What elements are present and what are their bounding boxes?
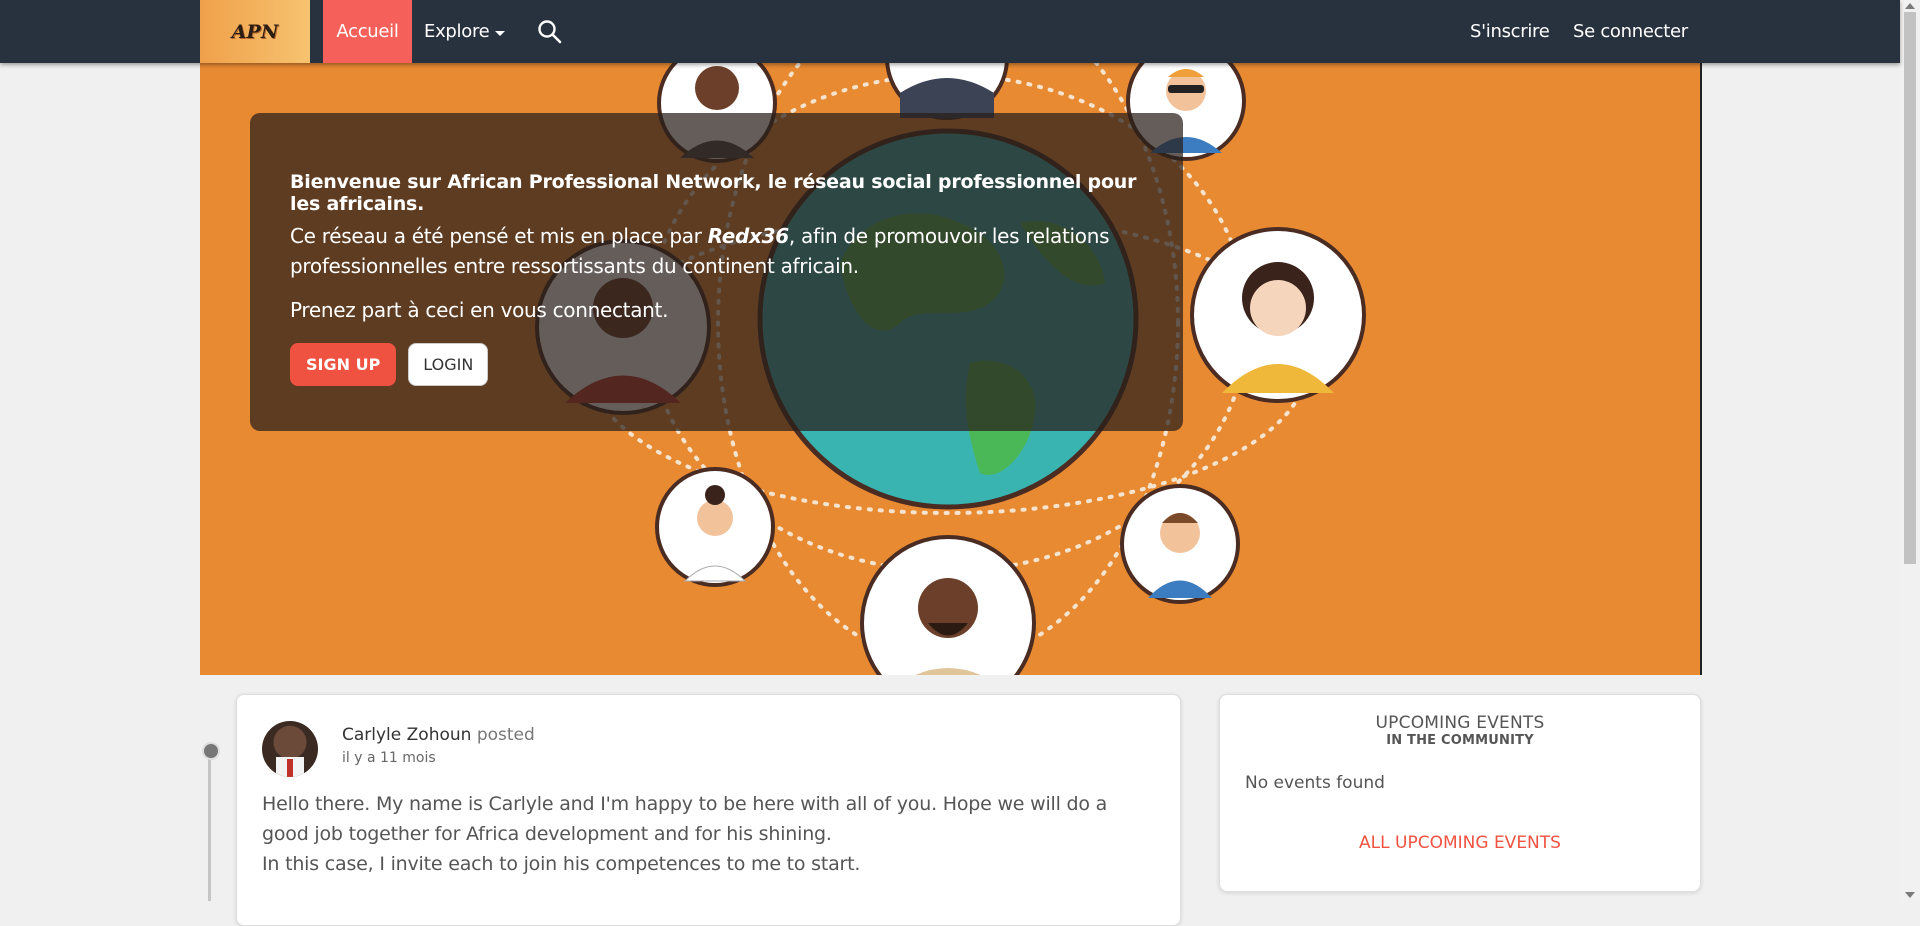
welcome-panel: Bienvenue sur African Professional Netwo…	[250, 113, 1183, 431]
events-empty-message: No events found	[1245, 773, 1385, 793]
nav-explore-label: Explore	[424, 21, 490, 42]
avatar[interactable]	[262, 721, 318, 777]
post-text-line-1: Hello there. My name is Carlyle and I'm …	[262, 793, 1108, 845]
hero-banner: Bienvenue sur African Professional Netwo…	[200, 63, 1702, 675]
welcome-headline: Bienvenue sur African Professional Netwo…	[290, 171, 1137, 215]
scrollbar-thumb[interactable]	[1904, 12, 1916, 564]
welcome-cta-text: Prenez part à ceci en vous connectant.	[290, 298, 669, 322]
events-subtitle: IN THE COMMUNITY	[1386, 733, 1534, 748]
search-icon[interactable]	[536, 18, 564, 46]
post-action: posted	[476, 725, 535, 745]
scroll-down-arrow-icon[interactable]	[1905, 892, 1915, 898]
nav-home[interactable]: Accueil	[323, 0, 412, 63]
timeline-line	[208, 748, 211, 901]
login-button[interactable]: LOGIN	[408, 343, 489, 386]
nav-login-link[interactable]: Se connecter	[1573, 0, 1688, 63]
events-title: UPCOMING EVENTS	[1375, 713, 1545, 733]
chevron-down-icon	[495, 30, 506, 36]
welcome-intro-before: Ce réseau a été pensé et mis en place pa…	[290, 224, 708, 248]
logo-text: APN	[231, 20, 279, 43]
scroll-up-arrow-icon[interactable]	[1905, 3, 1915, 9]
post-header: Carlyle Zohoun posted	[342, 725, 535, 745]
post-text-line-2: In this case, I invite each to join his …	[262, 853, 861, 875]
page-scrollbar[interactable]	[1900, 0, 1920, 901]
author-name: Redx36	[707, 224, 790, 248]
activity-post: Carlyle Zohoun posted il y a 11 mois Hel…	[236, 694, 1181, 926]
post-author-name[interactable]: Carlyle Zohoun	[342, 725, 471, 745]
post-timestamp[interactable]: il y a 11 mois	[342, 750, 436, 766]
upcoming-events-widget: UPCOMING EVENTS IN THE COMMUNITY No even…	[1219, 694, 1701, 892]
nav-explore[interactable]: Explore	[424, 0, 506, 63]
all-upcoming-events-link[interactable]: ALL UPCOMING EVENTS	[1220, 833, 1700, 853]
timeline-dot	[202, 742, 220, 760]
welcome-buttons: SIGN UP LOGIN	[290, 343, 1143, 386]
top-navbar: APN Accueil Explore S'inscrire Se connec…	[0, 0, 1900, 63]
welcome-intro: Ce réseau a été pensé et mis en place pa…	[290, 221, 1143, 281]
nav-signup-link[interactable]: S'inscrire	[1470, 0, 1550, 63]
site-logo[interactable]: APN	[200, 0, 310, 63]
post-body: Hello there. My name is Carlyle and I'm …	[262, 789, 1152, 879]
signup-button[interactable]: SIGN UP	[290, 343, 397, 386]
